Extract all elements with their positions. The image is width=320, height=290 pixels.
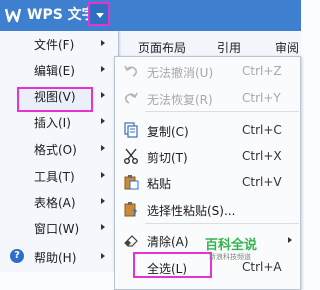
submenu-item-paste[interactable]: 粘贴 Ctrl+V — [115, 169, 301, 194]
menu-item-label: 格式(O) — [34, 143, 77, 157]
main-menu: 文件(F) 编辑(E) 视图(V) 插入(I) 格式(O) 工具(T) 表格(A… — [0, 31, 119, 272]
chevron-right-icon — [101, 198, 105, 204]
chevron-right-icon — [101, 66, 105, 72]
menu-item-label: 文件(F) — [34, 38, 75, 52]
menu-item-label: 表格(A) — [34, 196, 76, 210]
menu-item-help[interactable]: ? 帮助(H) — [0, 244, 118, 268]
menu-item-view[interactable]: 视图(V) — [0, 83, 118, 107]
scissors-icon — [124, 148, 138, 164]
chevron-right-icon — [288, 237, 292, 243]
menu-item-label: 工具(T) — [34, 170, 75, 184]
submenu-item-label: 无法恢复(R) — [147, 93, 213, 107]
app-title: WPS 文字 — [27, 7, 96, 23]
menu-item-file[interactable]: 文件(F) — [0, 31, 118, 55]
menu-item-window[interactable]: 窗口(W) — [0, 215, 118, 239]
chevron-right-icon — [101, 40, 105, 46]
submenu-item-paste-special[interactable]: ? 选择性粘贴(S)... — [115, 196, 301, 221]
watermark-title: 百科全说 — [205, 238, 258, 253]
chevron-right-icon — [101, 92, 105, 98]
svg-text:?: ? — [132, 209, 137, 217]
chevron-right-icon — [101, 172, 105, 178]
copy-icon — [124, 122, 138, 138]
paste-icon — [124, 175, 139, 190]
submenu-item-label: 剪切(T) — [147, 151, 188, 165]
chevron-right-icon — [101, 145, 105, 151]
submenu-item-label: 清除(A) — [147, 235, 189, 249]
shortcut-label: Ctrl+Z — [242, 64, 282, 78]
menu-item-label: 帮助(H) — [34, 251, 77, 265]
watermark-subtitle: 新浪科技频道 — [209, 253, 251, 261]
menu-item-insert[interactable]: 插入(I) — [0, 109, 118, 133]
paste-special-icon: ? — [124, 202, 137, 217]
chevron-right-icon — [101, 224, 105, 230]
chevron-right-icon — [101, 118, 105, 124]
submenu-item-label: 选择性粘贴(S)... — [147, 204, 236, 218]
submenu-item-label: 无法撤消(U) — [147, 66, 214, 80]
tab-review[interactable]: 审阅 — [275, 39, 299, 56]
menu-item-label: 视图(V) — [34, 90, 76, 104]
shortcut-label: Ctrl+C — [242, 123, 282, 137]
chevron-down-icon — [96, 13, 104, 18]
submenu-item-undo[interactable]: 无法撤消(U) Ctrl+Z — [115, 58, 301, 83]
tab-page-layout[interactable]: 页面布局 — [138, 39, 186, 56]
eraser-icon — [124, 235, 138, 247]
menu-separator — [145, 111, 299, 112]
submenu-item-label: 粘贴 — [147, 177, 172, 191]
submenu-item-label: 复制(C) — [147, 125, 189, 139]
submenu-item-copy[interactable]: 复制(C) Ctrl+C — [115, 117, 301, 142]
ribbon-tabs: 页面布局 引用 审阅 — [114, 31, 301, 58]
redo-icon — [125, 92, 138, 104]
submenu-item-cut[interactable]: 剪切(T) Ctrl+X — [115, 143, 301, 168]
menu-separator — [145, 223, 299, 224]
menu-item-format[interactable]: 格式(O) — [0, 136, 118, 160]
help-icon: ? — [10, 249, 24, 263]
menu-item-label: 编辑(E) — [34, 64, 75, 78]
submenu-item-redo[interactable]: 无法恢复(R) Ctrl+Y — [115, 85, 301, 110]
menu-bottom-strip — [0, 272, 114, 290]
shortcut-label: Ctrl+Y — [242, 91, 281, 105]
menu-item-label: 窗口(W) — [34, 222, 80, 236]
watermark-logo: 百科全说 新浪科技频道 — [205, 234, 269, 264]
menu-item-label: 插入(I) — [34, 116, 71, 130]
chevron-right-icon — [101, 253, 105, 259]
wps-logo-icon — [4, 8, 22, 23]
menu-item-tools[interactable]: 工具(T) — [0, 163, 118, 187]
tab-references[interactable]: 引用 — [217, 39, 241, 56]
menu-item-table[interactable]: 表格(A) — [0, 189, 118, 213]
submenu-item-label: 全选(L) — [147, 262, 188, 276]
title-bar: WPS 文字 — [0, 0, 301, 31]
undo-icon — [124, 65, 137, 77]
shortcut-label: Ctrl+V — [242, 175, 282, 189]
menu-item-edit[interactable]: 编辑(E) — [0, 57, 118, 81]
shortcut-label: Ctrl+X — [242, 149, 282, 163]
app-menu-dropdown-button[interactable] — [88, 2, 110, 26]
